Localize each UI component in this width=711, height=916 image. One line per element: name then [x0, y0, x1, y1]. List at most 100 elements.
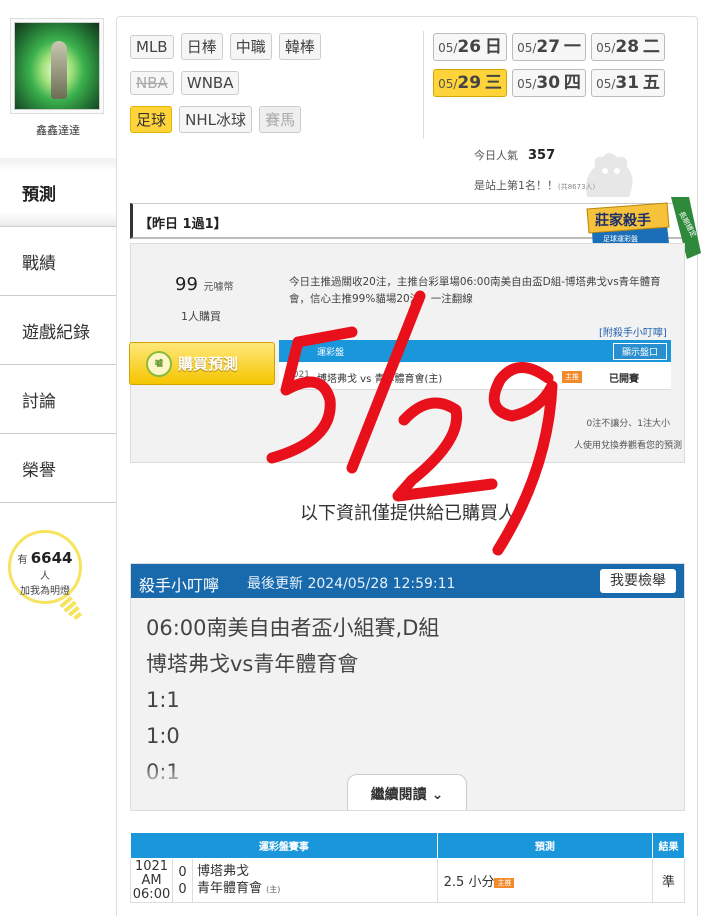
date-weekday: 五	[642, 73, 660, 93]
teams-cell: 博塔弗戈青年體育會 (主)	[192, 858, 438, 903]
date-day: 27	[536, 37, 561, 57]
result-cell: 準	[652, 858, 685, 903]
price: 99 元噱幣	[175, 274, 234, 295]
game-id: 1021	[287, 370, 310, 380]
coupon-note: 人使用兌換券觀看您的預測	[573, 441, 682, 451]
sport-tag-wnba[interactable]: WNBA	[180, 71, 240, 95]
tips-line: 1:0	[146, 724, 180, 748]
prediction-box: 99 元噱幣 1人購買 噓 購買預測 今日主推過關收20注，主推台彩單場06:0…	[129, 243, 685, 463]
sidebar: 鑫鑫達達 預測 戰績 遊戲紀錄 討論 榮譽 有 6644 人 加我為明燈	[0, 0, 116, 916]
divider	[423, 31, 424, 139]
sport-tag-nhl[interactable]: NHL冰球	[179, 106, 252, 133]
side-nav-prediction[interactable]: 預測	[0, 158, 116, 227]
side-nav: 預測 戰績 遊戲紀錄 討論 榮譽	[0, 158, 116, 503]
rank-label: 是站上第1名！！	[474, 179, 558, 192]
team-1: 博塔弗戈	[197, 864, 250, 879]
date-weekday: 四	[563, 73, 581, 93]
picks-table: 運彩盤賽事 預測 結果 1021 AM 06:00 00 博塔弗戈青年體育會 (主…	[130, 832, 685, 903]
date-button-0528[interactable]: 05/28 二	[591, 33, 665, 61]
popularity-value: 357	[528, 148, 556, 163]
mini-table-row: 1021 博塔弗戈 vs 青年體育會(主) 主推 已開賽	[279, 362, 671, 390]
date-button-0530[interactable]: 05/30 四	[512, 69, 586, 97]
main-pick-tag: 主推	[562, 371, 582, 383]
sport-tag-npb[interactable]: 日棒	[180, 33, 223, 60]
date-month: 05/	[517, 41, 537, 55]
sport-tag-mlb[interactable]: MLB	[130, 35, 174, 59]
killer-tips-link[interactable]: [附殺手小叮嚀]	[599, 324, 667, 339]
home-mark: (主)	[266, 885, 281, 894]
date-day: 29	[457, 73, 482, 93]
date-month: 05/	[438, 77, 458, 91]
side-nav-game-history[interactable]: 遊戲紀錄	[0, 296, 116, 365]
date-month: 05/	[438, 41, 458, 55]
team-2: 青年體育會	[197, 881, 263, 896]
popularity-label: 今日人氣	[474, 149, 518, 162]
sport-tag-nba: NBA	[130, 71, 174, 95]
scores-cell: 00	[172, 858, 193, 903]
tips-updated: 最後更新 2024/05/28 12:59:11	[247, 576, 456, 592]
date-month: 05/	[596, 41, 616, 55]
side-nav-honors[interactable]: 榮譽	[0, 434, 116, 503]
username[interactable]: 鑫鑫達達	[0, 122, 116, 138]
date-weekday: 三	[484, 73, 502, 93]
price-value: 99	[175, 274, 198, 295]
badge-main-text: 莊家殺手	[595, 212, 651, 229]
game-matchup: 博塔弗戈 vs 青年體育會(主)	[317, 374, 443, 385]
picks-header-row: 運彩盤賽事 預測 結果	[130, 832, 685, 859]
popularity: 今日人氣 357	[474, 147, 555, 163]
side-nav-discussion[interactable]: 討論	[0, 365, 116, 434]
date-day: 28	[615, 37, 640, 57]
main-panel: MLB 日棒 中職 韓棒 NBA WNBA 足球 NHL冰球 賽馬 05/26 …	[116, 16, 701, 916]
sport-tag-kbo[interactable]: 韓棒	[278, 33, 321, 60]
date-weekday: 日	[484, 37, 502, 57]
avatar[interactable]	[10, 18, 104, 114]
tips-content: 06:00南美自由者盃小組賽,D組 博塔弗戈vs青年體育會 1:1 1:0 0:…	[131, 598, 684, 790]
show-odds-button[interactable]: 顯示盤口	[612, 343, 667, 360]
score-home: 0	[178, 864, 187, 880]
buy-prediction-button[interactable]: 噓 購買預測	[129, 342, 275, 385]
date-month: 05/	[596, 77, 616, 91]
follow-lamp-button[interactable]: 有 6644 人 加我為明燈	[8, 530, 82, 604]
read-more-button[interactable]: 繼續閱讀 ⌄	[347, 774, 467, 810]
lightbulb-icon	[59, 596, 83, 620]
prediction-summary: 今日主推過關收20注，主推台彩單場06:00南美自由盃D組-博塔弗戈vs青年體育…	[289, 276, 661, 305]
tips-line: 06:00南美自由者盃小組賽,D組	[146, 616, 440, 640]
mini-table-header: 運彩盤 顯示盤口	[279, 340, 671, 362]
game-id: 1021	[134, 858, 169, 874]
rule-note: 0注不讓分、1注大小	[586, 419, 670, 429]
game-time: AM 06:00	[132, 872, 171, 902]
mini-header-label: 運彩盤	[317, 348, 345, 358]
fans-suffix: 人	[40, 571, 50, 582]
tips-line: 博塔弗戈vs青年體育會	[146, 652, 359, 676]
game-state: 已開賽	[609, 374, 639, 385]
date-button-0526[interactable]: 05/26 日	[433, 33, 507, 61]
side-nav-record[interactable]: 戰績	[0, 227, 116, 296]
badge-sub-text: 足球運彩盤	[603, 234, 638, 243]
date-day: 30	[536, 73, 561, 93]
date-weekday: 二	[642, 37, 660, 57]
fans-prefix: 有	[17, 555, 28, 566]
tips-title: 殺手小叮嚀	[139, 576, 220, 595]
tips-header: 殺手小叮嚀 最後更新 2024/05/28 12:59:11 我要檢舉	[131, 564, 684, 598]
sport-tag-soccer[interactable]: 足球	[130, 106, 173, 133]
chevron-down-icon: ⌄	[431, 787, 444, 803]
col-header-game: 運彩盤賽事	[130, 832, 438, 859]
main-pick-tag: 主推	[494, 877, 515, 888]
coin-icon: 噓	[146, 351, 172, 377]
game-id-cell: 1021 AM 06:00	[130, 858, 173, 903]
mini-prediction-table: 運彩盤 顯示盤口 1021 博塔弗戈 vs 青年體育會(主) 主推 已開賽	[279, 340, 671, 390]
avatar-image	[14, 22, 100, 110]
date-day: 26	[457, 37, 482, 57]
date-button-0531[interactable]: 05/31 五	[591, 69, 665, 97]
date-day: 31	[615, 73, 640, 93]
sport-tag-cpbl[interactable]: 中職	[229, 33, 272, 60]
date-button-0529[interactable]: 05/29 三	[433, 69, 507, 97]
tips-line: 1:1	[146, 688, 180, 712]
read-more-label: 繼續閱讀	[370, 787, 427, 803]
date-button-0527[interactable]: 05/27 一	[512, 33, 586, 61]
prediction-cell: 2.5 小分 主推	[436, 858, 654, 903]
report-button[interactable]: 我要檢舉	[600, 569, 676, 593]
prediction-value: 2.5 小分	[443, 875, 495, 890]
price-unit: 元噱幣	[203, 282, 234, 293]
buy-label: 購買預測	[178, 355, 239, 373]
